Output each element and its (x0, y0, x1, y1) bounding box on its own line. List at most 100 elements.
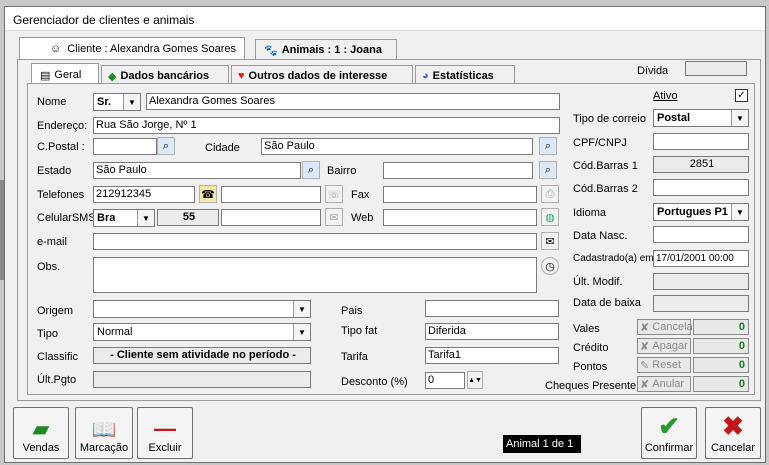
cadastrado-input[interactable]: 17/01/2001 00:00 (653, 250, 749, 267)
clock-icon[interactable]: ◷ (541, 257, 559, 275)
desconto-label: Desconto (%) (341, 376, 408, 388)
datanasc-input[interactable] (653, 226, 749, 243)
bairro-input[interactable] (383, 162, 533, 179)
tipofat-label: Tipo fat (341, 325, 378, 337)
web-label: Web (351, 212, 374, 224)
fax-icon[interactable]: ⎙ (541, 185, 559, 203)
tab-cliente[interactable]: ☺ Cliente : Alexandra Gomes Soares (19, 37, 245, 60)
celular-input[interactable] (221, 209, 321, 226)
endereco-input[interactable]: Rua São Jorge, Nº 1 (93, 117, 560, 134)
globe-icon[interactable]: ◍ (541, 208, 559, 226)
title-bar: Gerenciador de clientes e animais (5, 7, 765, 31)
cpf-input[interactable] (653, 133, 749, 150)
money-icon: ◆ (108, 70, 117, 83)
phone-icon[interactable]: ☏ (325, 185, 343, 203)
tab-cliente-label: Cliente : Alexandra Gomes Soares (67, 43, 236, 55)
obs-textarea[interactable] (93, 257, 537, 293)
book-icon: 📖 (91, 419, 117, 441)
celular-label: CelularSMS (37, 212, 96, 224)
tarifa-label: Tarifa (341, 351, 368, 363)
desconto-input[interactable]: 0 (425, 372, 465, 389)
nome-input[interactable]: Alexandra Gomes Soares (146, 93, 560, 110)
ultmodif-label: Últ. Modif. (573, 276, 623, 288)
origem-label: Origem (37, 305, 74, 317)
minus-icon: — (154, 416, 176, 441)
codbarras1-label: Cód.Barras 1 (573, 160, 638, 172)
search-icon[interactable]: ⌕ (539, 137, 557, 155)
tipo-select[interactable]: Normal ▼ (93, 323, 311, 341)
excluir-button[interactable]: — Excluir (137, 407, 193, 459)
telefone2-input[interactable] (221, 186, 321, 203)
credito-label: Crédito (573, 342, 609, 354)
web-input[interactable] (383, 209, 537, 226)
chevron-down-icon: ▼ (731, 204, 748, 220)
databaixa-label: Data de baixa (573, 297, 641, 309)
cpf-label: CPF/CNPJ (573, 137, 627, 149)
tab-animais-label: Animais : 1 : Joana (281, 44, 382, 56)
apagar-button[interactable]: ✘ Apagar (637, 338, 691, 354)
status-label: Animal 1 de 1 (503, 435, 581, 453)
chevron-down-icon: ▼ (137, 210, 154, 226)
sms-icon[interactable]: ✉ (325, 208, 343, 226)
search-icon[interactable]: ⌕ (302, 161, 320, 179)
vales-value: 0 (693, 319, 749, 335)
anular-button[interactable]: ✘ Anular (637, 376, 691, 392)
bairro-label: Bairro (327, 165, 357, 177)
client-manager-window: Gerenciador de clientes e animais ☺ Clie… (4, 6, 766, 463)
client-icon: ☺ (50, 43, 62, 55)
tipo-label: Tipo (37, 328, 58, 340)
cpostal-input[interactable] (93, 138, 157, 155)
search-icon[interactable]: ⌕ (539, 161, 557, 179)
mail-icon[interactable]: ✉ (541, 232, 559, 250)
vendas-button[interactable]: ▰ Vendas (13, 407, 69, 459)
pais-label: Pais (341, 305, 363, 317)
country-code: 55 (157, 209, 219, 226)
cancel-icon: ✘ (640, 378, 650, 391)
pencil-icon: ✎ (640, 359, 650, 372)
reset-button[interactable]: ✎ Reset (637, 357, 691, 373)
nome-label: Nome (37, 96, 67, 108)
classific-label: Classific (37, 351, 78, 363)
desconto-stepper[interactable]: ▲▼ (467, 371, 483, 389)
marcacao-button[interactable]: 📖 Marcação (75, 407, 133, 459)
heart-icon: ♥ (238, 70, 245, 82)
cadastrado-label: Cadastrado(a) em (573, 253, 654, 264)
chevron-down-icon: ▼ (293, 324, 310, 340)
tab-animais[interactable]: 🐾 Animais : 1 : Joana (255, 39, 397, 60)
cidade-input[interactable]: São Paulo (261, 138, 533, 155)
pie-chart-icon: ◕ (422, 70, 429, 82)
tipofat-input[interactable]: Diferida (425, 323, 559, 340)
datanasc-label: Data Nasc. (573, 230, 628, 242)
endereco-label: Endereço: (37, 120, 88, 132)
vales-label: Vales (573, 323, 600, 335)
telefone-input[interactable]: 212912345 (93, 186, 195, 203)
estado-input[interactable]: São Paulo (93, 162, 301, 179)
cheques-label: Cheques Presente (545, 380, 637, 392)
ativo-checkbox[interactable]: ✓ (735, 89, 748, 102)
cancelar-button[interactable]: ✖ Cancelar (705, 407, 761, 459)
chevron-down-icon: ▼ (731, 110, 748, 126)
paw-icon: 🐾 (264, 44, 278, 57)
checkmark-icon: ✔ (658, 411, 680, 441)
ultpgto-label: Últ.Pgto (37, 374, 77, 386)
tarifa-input[interactable]: Tarifa1 (425, 347, 559, 364)
nome-title-select[interactable]: Sr. ▼ (93, 93, 141, 111)
cancela-button[interactable]: ✘ Cancela (637, 319, 693, 335)
idioma-select[interactable]: Portugues P1 ▼ (653, 203, 749, 221)
correio-select[interactable]: Postal ▼ (653, 109, 749, 127)
pontos-value: 0 (693, 357, 749, 373)
confirmar-button[interactable]: ✔ Confirmar (641, 407, 697, 459)
origem-select[interactable]: ▼ (93, 300, 311, 318)
databaixa-value (653, 295, 749, 312)
phone-book-icon[interactable]: ☎ (199, 185, 217, 203)
id-card-icon: ▤ (40, 69, 51, 82)
pontos-label: Pontos (573, 361, 608, 373)
fax-input[interactable] (383, 186, 537, 203)
search-icon[interactable]: ⌕ (157, 137, 175, 155)
close-icon: ✖ (722, 411, 744, 441)
codbarras2-input[interactable] (653, 179, 749, 196)
country-select[interactable]: Bra ▼ (93, 209, 155, 227)
divida-field[interactable] (685, 61, 747, 76)
email-input[interactable] (93, 233, 537, 250)
pais-input[interactable] (425, 300, 559, 317)
